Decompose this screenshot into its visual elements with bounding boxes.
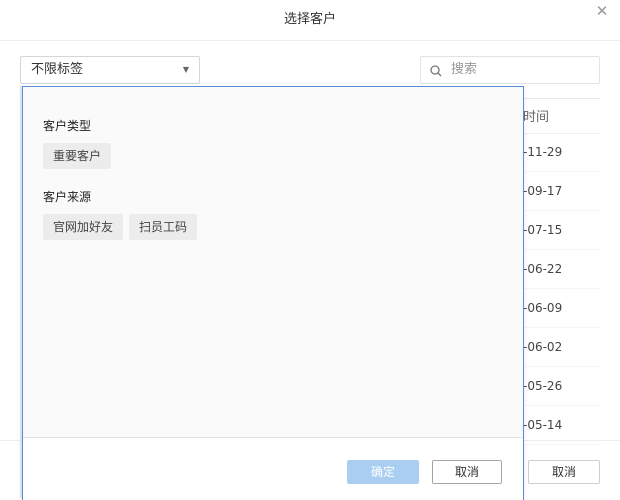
search-icon	[430, 65, 442, 77]
time-header-label: 时间	[523, 110, 550, 125]
table-row-date: -07-15	[523, 211, 600, 250]
search-input[interactable]: 搜索	[420, 56, 600, 84]
tag-group-title: 客户类型	[43, 119, 92, 133]
panel-footer: 确定 取消	[23, 437, 523, 500]
tag-filter-dropdown-panel: 客户类型 重要客户 客户来源 官网加好友 扫员工码 确定 取消	[22, 86, 524, 500]
tag-group-title: 客户来源	[43, 190, 92, 204]
table-row-date: -05-26	[523, 367, 600, 406]
table-row-date: -06-02	[523, 328, 600, 367]
tag-chip[interactable]: 官网加好友	[43, 214, 124, 240]
date-column: -11-29 -09-17 -07-15 -06-22 -06-09 -06-0…	[523, 133, 600, 445]
tag-filter-select[interactable]: 不限标签 ▼	[20, 56, 200, 84]
table-row-date: -06-22	[523, 250, 600, 289]
table-row-date: -06-09	[523, 289, 600, 328]
cancel-button[interactable]: 取消	[432, 460, 502, 484]
tag-filter-value: 不限标签	[31, 62, 84, 77]
search-placeholder: 搜索	[451, 62, 478, 77]
caret-down-icon: ▼	[182, 65, 189, 74]
confirm-button[interactable]: 确定	[347, 460, 419, 484]
dialog-title: 选择客户	[283, 12, 336, 27]
select-customer-dialog: 选择客户 ✕ 不限标签 ▼ 搜索 时间 -11-29 -09-17 -07-15…	[0, 0, 620, 500]
table-row-date: -11-29	[523, 133, 600, 172]
dialog-cancel-button[interactable]: 取消	[528, 460, 600, 484]
table-row-date: -09-17	[523, 172, 600, 211]
title-divider	[0, 40, 620, 41]
tag-chip[interactable]: 扫员工码	[129, 214, 198, 240]
tag-chip[interactable]: 重要客户	[43, 143, 112, 169]
close-icon[interactable]: ✕	[594, 3, 610, 19]
time-column-header: 时间	[523, 98, 600, 134]
